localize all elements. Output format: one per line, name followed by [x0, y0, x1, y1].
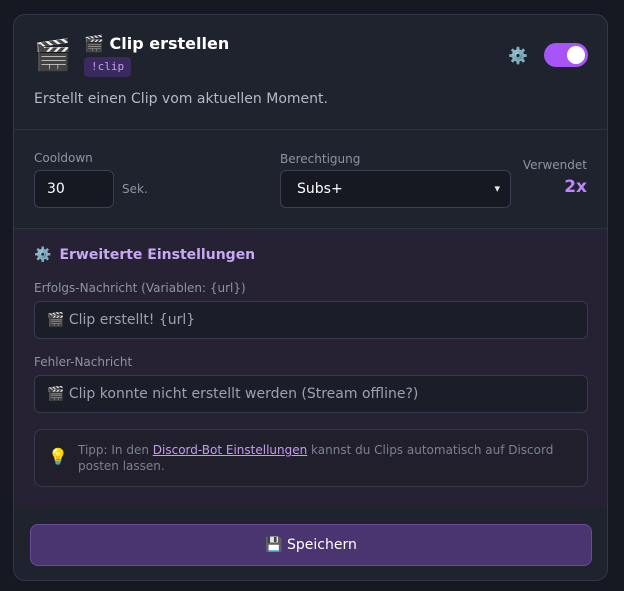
permission-value: Subs+: [297, 181, 343, 197]
command-card: 🎬 🎬 Clip erstellen !clip ⚙️ Erstellt ein…: [13, 14, 608, 581]
cooldown-unit: Sek.: [122, 182, 148, 196]
error-message-label: Fehler-Nachricht: [34, 355, 133, 369]
advanced-settings-title: Erweiterte Einstellungen: [59, 247, 256, 263]
gear-icon[interactable]: ⚙️: [508, 46, 528, 66]
cooldown-input[interactable]: [34, 170, 114, 208]
permission-select[interactable]: Subs+ ▾: [280, 170, 511, 208]
tip-box: 💡 Tipp: In den Discord-Bot Einstellungen…: [34, 429, 588, 487]
chevron-down-icon: ▾: [494, 182, 500, 195]
error-message-input[interactable]: [34, 375, 588, 413]
advanced-settings-heading: ⚙️ Erweiterte Einstellungen: [34, 247, 255, 263]
tip-prefix: Tipp: In den: [78, 443, 153, 457]
lightbulb-icon: 💡: [48, 447, 68, 466]
enabled-toggle[interactable]: [544, 43, 588, 67]
used-count: 2x: [564, 177, 587, 197]
gear-icon: ⚙️: [34, 247, 52, 263]
save-button[interactable]: 💾 Speichern: [30, 524, 592, 566]
command-description: Erstellt einen Clip vom aktuellen Moment…: [34, 91, 328, 107]
used-label: Verwendet: [522, 158, 587, 172]
advanced-settings: ⚙️ Erweiterte Einstellungen Erfolgs-Nachr…: [14, 229, 607, 508]
clapperboard-icon: 🎬: [34, 38, 72, 73]
permission-label: Berechtigung: [280, 152, 361, 166]
card-footer: 💾 Speichern: [14, 508, 607, 580]
command-trigger-badge: !clip: [84, 57, 132, 77]
command-settings: Cooldown Sek. Berechtigung Subs+ ▾ Verwe…: [14, 130, 607, 229]
cooldown-label: Cooldown: [34, 151, 93, 165]
discord-bot-settings-link[interactable]: Discord-Bot Einstellungen: [153, 443, 307, 457]
tip-text: Tipp: In den Discord-Bot Einstellungen k…: [78, 442, 578, 474]
success-message-label: Erfolgs-Nachricht (Variablen: {url}): [34, 281, 246, 295]
command-header: 🎬 🎬 Clip erstellen !clip ⚙️ Erstellt ein…: [14, 15, 607, 130]
command-title: 🎬 Clip erstellen: [84, 34, 230, 53]
success-message-input[interactable]: [34, 301, 588, 339]
toggle-knob: [567, 46, 585, 64]
